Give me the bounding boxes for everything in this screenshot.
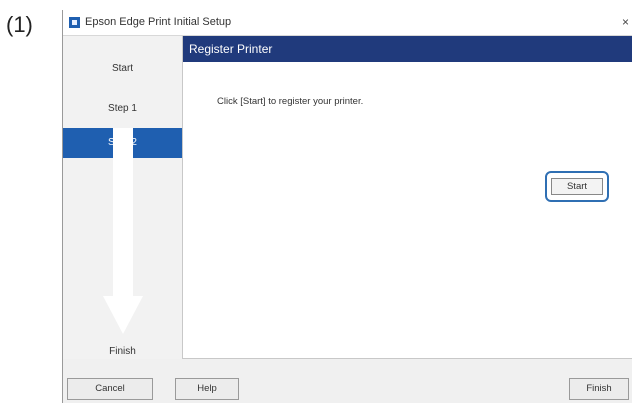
cancel-button[interactable]: Cancel — [67, 378, 153, 400]
title-bar: Epson Edge Print Initial Setup × — [63, 10, 632, 36]
step-sidebar: Start Step 1 Step 2 Finish — [63, 36, 183, 359]
main-panel: Register Printer Click [Start] to regist… — [183, 36, 632, 359]
help-button[interactable]: Help — [175, 378, 239, 400]
figure-label: (1) — [6, 12, 33, 37]
panel-header: Register Printer — [183, 36, 632, 62]
window-title: Epson Edge Print Initial Setup — [85, 16, 232, 28]
app-icon — [69, 17, 80, 28]
step-start: Start — [111, 63, 134, 74]
panel-title: Register Printer — [189, 42, 273, 56]
step-finish: Finish — [109, 346, 136, 357]
progress-arrow-icon — [103, 128, 143, 334]
setup-window: Epson Edge Print Initial Setup × Start S… — [62, 10, 632, 403]
close-icon[interactable]: × — [622, 15, 629, 29]
finish-button[interactable]: Finish — [569, 378, 629, 400]
step-1: Step 1 — [108, 103, 137, 114]
start-button-highlight: Start — [545, 171, 609, 202]
instruction-text: Click [Start] to register your printer. — [217, 96, 364, 107]
start-button[interactable]: Start — [551, 178, 603, 195]
